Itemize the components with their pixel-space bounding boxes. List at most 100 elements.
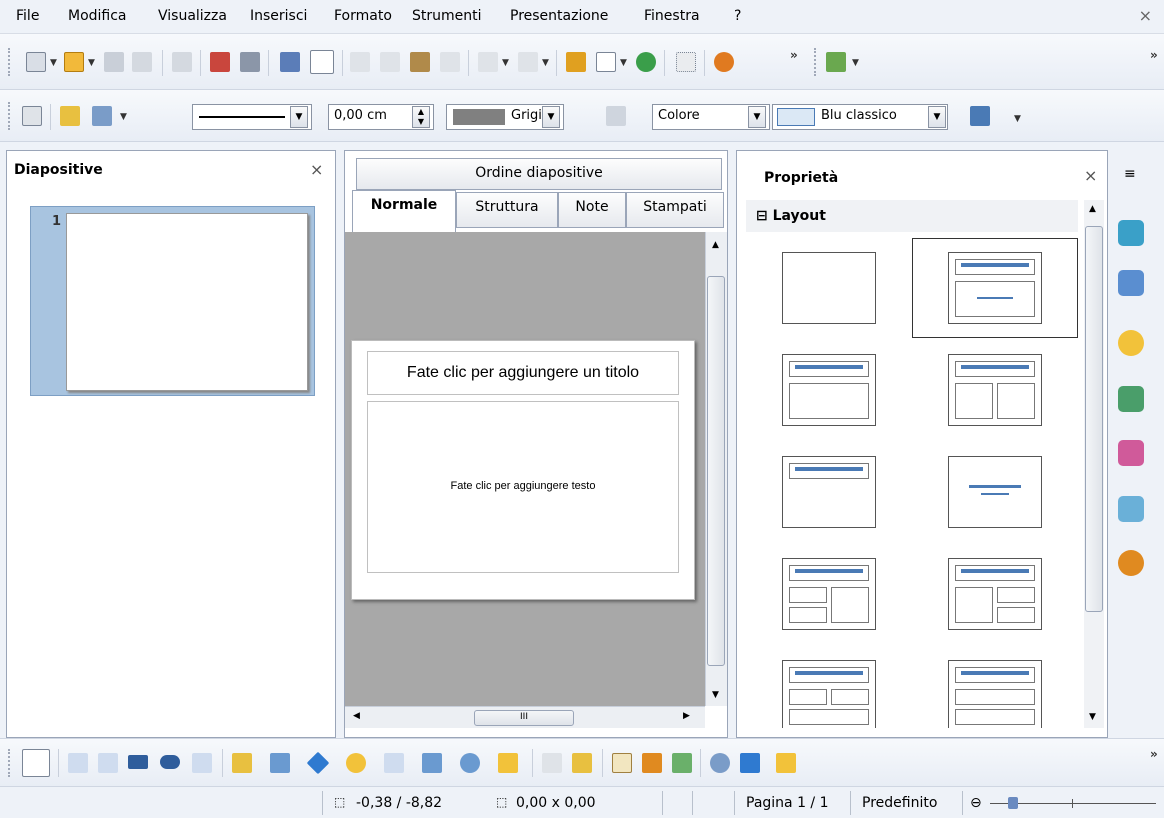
rotate-icon[interactable] — [710, 753, 730, 773]
toolbar-grip[interactable] — [814, 48, 818, 76]
shadow-icon[interactable] — [970, 106, 990, 126]
more-tools-icon[interactable]: » — [1150, 48, 1158, 62]
menu-modifica[interactable]: Modifica — [68, 8, 127, 24]
scroll-up-icon[interactable]: ▲ — [712, 240, 719, 250]
arrange-icon[interactable] — [776, 753, 796, 773]
menu-visualizza[interactable]: Visualizza — [158, 8, 227, 24]
toolbar-grip[interactable] — [8, 749, 12, 777]
layout-blank[interactable] — [782, 252, 876, 324]
basic-shapes-icon[interactable] — [306, 751, 330, 775]
arrow-tool-icon[interactable] — [98, 753, 118, 773]
menu-strumenti[interactable]: Strumenti — [412, 8, 482, 24]
from-file-icon[interactable] — [642, 753, 662, 773]
navigator-icon[interactable] — [1118, 550, 1144, 576]
text-tool-icon[interactable] — [192, 753, 212, 773]
animation-icon[interactable] — [1118, 386, 1144, 412]
gallery-toolbar-icon[interactable] — [672, 753, 692, 773]
glue-points-icon[interactable] — [572, 753, 592, 773]
menu-formato[interactable]: Formato — [334, 8, 392, 24]
layout-centered-text[interactable] — [948, 456, 1042, 528]
ellipse-tool-icon[interactable] — [160, 755, 180, 769]
master-slides-icon[interactable] — [1118, 496, 1144, 522]
spellcheck-icon[interactable] — [280, 52, 300, 72]
fill-color-select[interactable]: Blu classico — [772, 104, 948, 130]
rectangle-tool-icon[interactable] — [128, 755, 148, 769]
redo-dropdown-icon[interactable]: ▼ — [542, 58, 549, 68]
curve-tool-icon[interactable] — [232, 753, 252, 773]
more-tools-icon[interactable]: ▼ — [1014, 114, 1021, 124]
tab-handouts[interactable]: Stampati — [626, 192, 724, 228]
grid-icon[interactable] — [676, 52, 696, 72]
cut-icon[interactable] — [350, 52, 370, 72]
layout-title-split-content[interactable] — [948, 558, 1042, 630]
email-icon[interactable] — [132, 52, 152, 72]
horizontal-scroll-thumb[interactable]: III — [474, 710, 574, 726]
fill-type-dropdown-icon[interactable]: ▼ — [748, 106, 766, 128]
line-tool-icon[interactable] — [68, 753, 88, 773]
menu-help[interactable]: ? — [734, 8, 741, 24]
vertical-scroll-thumb[interactable] — [707, 276, 725, 666]
clone-formatting-icon[interactable] — [440, 52, 460, 72]
slide-thumbnail[interactable] — [66, 213, 308, 391]
flowchart-icon[interactable] — [422, 753, 442, 773]
menu-inserisci[interactable]: Inserisci — [250, 8, 307, 24]
paste-icon[interactable] — [410, 52, 430, 72]
layout-title-text[interactable] — [782, 354, 876, 426]
title-placeholder[interactable]: Fate clic per aggiungere un titolo — [367, 351, 679, 395]
properties-icon[interactable] — [1118, 220, 1144, 246]
sidebar-menu-icon[interactable]: ≡ — [1124, 166, 1136, 182]
layout-title-only[interactable] — [782, 456, 876, 528]
chart-icon[interactable] — [566, 52, 586, 72]
toolbar-grip[interactable] — [8, 48, 12, 76]
save-icon[interactable] — [104, 52, 124, 72]
undo-dropdown-icon[interactable]: ▼ — [502, 58, 509, 68]
slide-layout-dropdown-icon[interactable]: ▼ — [852, 58, 859, 68]
print-icon[interactable] — [240, 52, 260, 72]
callouts-icon[interactable] — [460, 753, 480, 773]
edit-file-icon[interactable] — [172, 52, 192, 72]
menu-file[interactable]: File — [16, 8, 39, 24]
style-icon[interactable] — [22, 106, 42, 126]
line-width-spinner[interactable]: ▲ ▼ — [412, 106, 430, 128]
more-tools-icon[interactable]: » — [790, 48, 798, 62]
scroll-up-icon[interactable]: ▲ — [1089, 204, 1096, 214]
layout-title-content-two-split[interactable] — [782, 558, 876, 630]
points-icon[interactable] — [542, 753, 562, 773]
fontwork-icon[interactable] — [612, 753, 632, 773]
stars-icon[interactable] — [498, 753, 518, 773]
image-icon[interactable] — [636, 52, 656, 72]
line-icon[interactable] — [60, 106, 80, 126]
undo-icon[interactable] — [478, 52, 498, 72]
tab-normal[interactable]: Normale — [352, 190, 456, 232]
close-icon[interactable]: × — [310, 160, 323, 179]
content-placeholder[interactable]: Fate clic per aggiungere testo — [367, 401, 679, 573]
styles-icon[interactable] — [1118, 270, 1144, 296]
table-dropdown-icon[interactable]: ▼ — [620, 58, 627, 68]
tab-outline[interactable]: Struttura — [456, 192, 558, 228]
area-fill-icon[interactable] — [606, 106, 626, 126]
collapse-icon[interactable]: ⊟ — [756, 208, 768, 224]
autospellcheck-icon[interactable] — [310, 50, 334, 74]
scroll-right-icon[interactable]: ▶ — [683, 711, 690, 721]
zoom-out-icon[interactable]: ⊖ — [970, 795, 982, 811]
tab-slide-sorter[interactable]: Ordine diapositive — [356, 158, 722, 190]
select-icon[interactable] — [22, 749, 50, 777]
slide-layout-icon[interactable] — [826, 52, 846, 72]
new-dropdown-icon[interactable]: ▼ — [50, 58, 57, 68]
layout-title-content[interactable] — [948, 252, 1042, 324]
layout-section-label[interactable]: ⊟ Layout — [756, 208, 826, 224]
open-dropdown-icon[interactable]: ▼ — [88, 58, 95, 68]
more-tools-icon[interactable]: » — [1150, 747, 1158, 761]
arrow-style-dropdown-icon[interactable]: ▼ — [120, 112, 127, 122]
layout-title-two-columns[interactable] — [948, 354, 1042, 426]
symbol-shapes-icon[interactable] — [346, 753, 366, 773]
menu-finestra[interactable]: Finestra — [644, 8, 700, 24]
copy-icon[interactable] — [380, 52, 400, 72]
table-icon[interactable] — [596, 52, 616, 72]
open-folder-icon[interactable] — [64, 52, 84, 72]
fill-color-dropdown-icon[interactable]: ▼ — [928, 106, 946, 128]
scroll-down-icon[interactable]: ▼ — [712, 690, 719, 700]
master-page-name[interactable]: Predefinito — [862, 795, 937, 811]
tab-notes[interactable]: Note — [558, 192, 626, 228]
properties-scroll-thumb[interactable] — [1085, 226, 1103, 612]
